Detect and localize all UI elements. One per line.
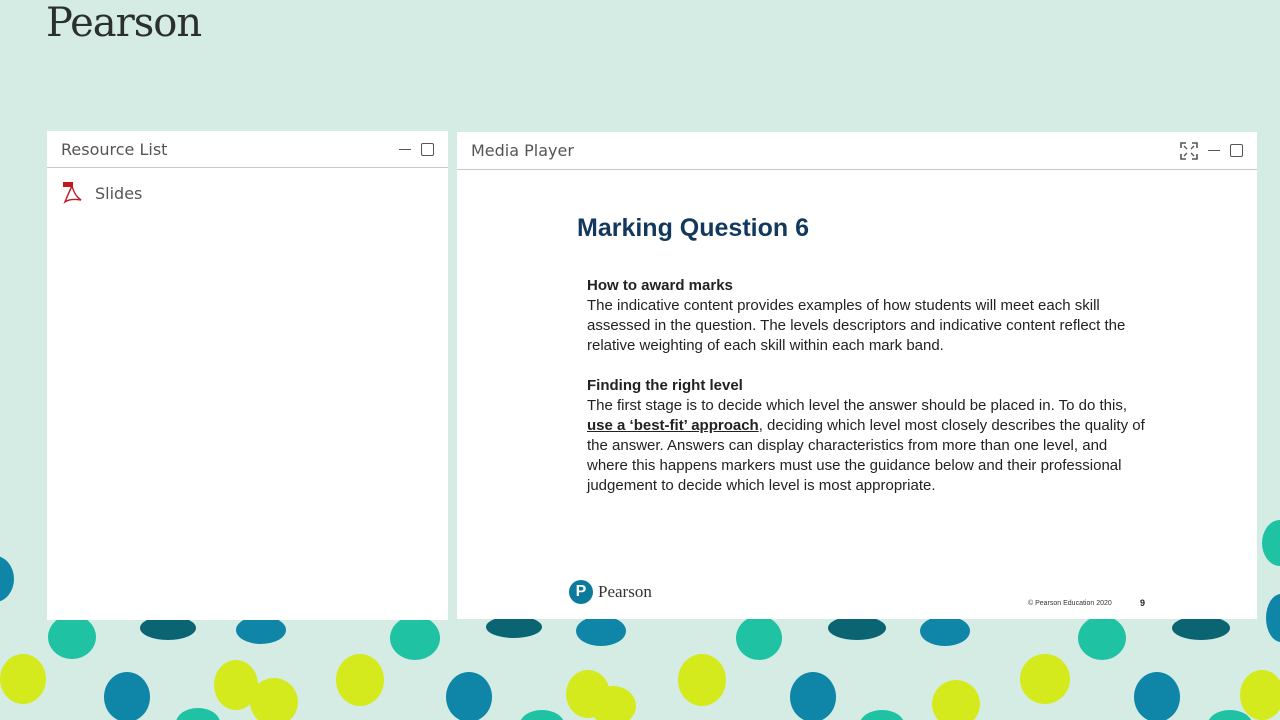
slide-pearson-logo: P Pearson [569, 580, 652, 604]
section-text-award-marks: The indicative content provides examples… [587, 297, 1126, 354]
pearson-mark-icon: P [569, 580, 593, 604]
resource-list-title: Resource List [61, 139, 168, 159]
fullscreen-icon[interactable] [1180, 141, 1198, 160]
media-player-panel: Media Player Marking Question 6 How to a… [457, 132, 1257, 619]
resource-list-header: Resource List [47, 131, 448, 168]
section-text-right-level-a: The first stage is to decide which level… [587, 397, 1128, 414]
media-player-title: Media Player [471, 141, 574, 160]
maximize-icon[interactable] [1230, 144, 1243, 157]
minimize-icon[interactable] [1208, 150, 1220, 151]
resource-list-controls [399, 131, 434, 167]
slide-content: Marking Question 6 How to award marks Th… [457, 170, 1257, 619]
pdf-icon [61, 182, 83, 205]
resource-item-label: Slides [95, 183, 143, 203]
media-player-header: Media Player [457, 132, 1257, 170]
slide-copyright: © Pearson Education 2020 [1028, 600, 1112, 607]
best-fit-emphasis: use a ‘best-fit’ approach [587, 417, 759, 434]
minimize-icon[interactable] [399, 148, 411, 150]
resource-list-panel: Resource List Slides [47, 131, 448, 620]
pearson-logo: Pearson [46, 0, 202, 46]
section-heading-right-level: Finding the right level [587, 377, 743, 394]
media-player-controls [1180, 132, 1243, 169]
section-heading-award-marks: How to award marks [587, 277, 733, 294]
slide-title: Marking Question 6 [577, 214, 809, 242]
maximize-icon[interactable] [421, 142, 434, 156]
slide-logo-text: Pearson [598, 582, 652, 601]
slide-page-number: 9 [1140, 598, 1146, 608]
slide-body: How to award marks The indicative conten… [587, 276, 1147, 516]
resource-item-slides[interactable]: Slides [47, 168, 448, 218]
